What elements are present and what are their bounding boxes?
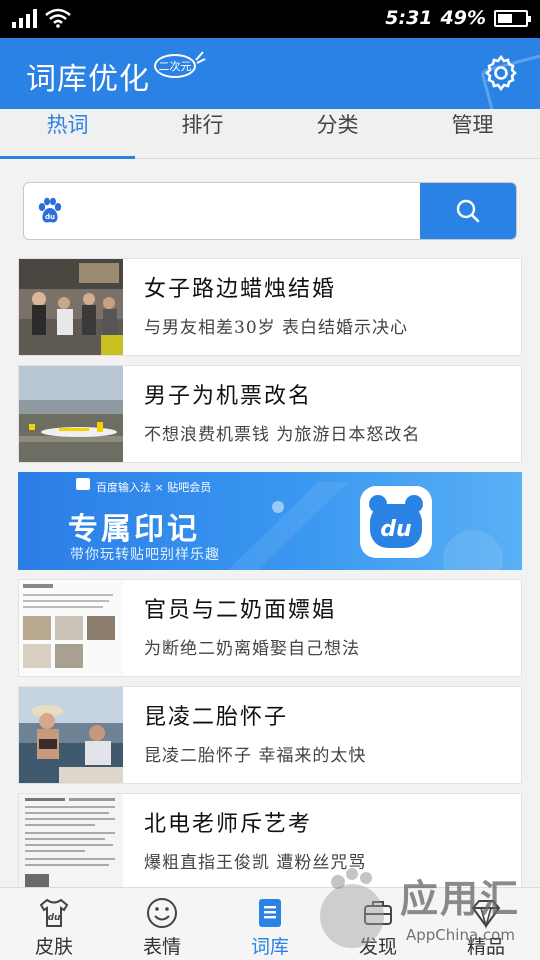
- search-button[interactable]: [420, 183, 516, 239]
- news-thumbnail: [19, 794, 123, 890]
- sparkle-icon: [195, 51, 206, 64]
- tab-hot-words[interactable]: 热词: [0, 109, 135, 159]
- news-title: 北电老师斥艺考: [144, 812, 313, 837]
- app-header: 词库优化 二次元: [0, 38, 540, 109]
- battery-percent: 49%: [440, 7, 486, 29]
- news-item[interactable]: 男子为机票改名 不想浪费机票钱 为旅游日本怒改名: [18, 365, 522, 463]
- tab-manage[interactable]: 管理: [405, 109, 540, 158]
- wifi-icon: [45, 8, 71, 28]
- news-title: 女子路边蜡烛结婚: [144, 277, 337, 302]
- nav-label: 皮肤: [34, 936, 73, 958]
- nav-dictionary[interactable]: 词库: [216, 888, 324, 960]
- news-thumbnail: [19, 259, 123, 355]
- dictionary-icon: [259, 899, 281, 927]
- news-item[interactable]: 北电老师斥艺考 爆粗直指王俊凯 遭粉丝咒骂: [18, 793, 522, 891]
- banner-heading: 专属印记: [68, 512, 200, 547]
- status-bar: 5:31 49%: [0, 0, 540, 38]
- svg-text:du: du: [45, 213, 55, 221]
- news-subtitle: 与男友相差30岁 表白结婚示决心: [144, 318, 409, 338]
- news-thumbnail: [19, 366, 123, 462]
- nav-emoji[interactable]: 表情: [108, 888, 216, 960]
- svg-text:du: du: [380, 517, 411, 542]
- news-item[interactable]: 昆凌二胎怀子 昆凌二胎怀子 幸福来的太快: [18, 686, 522, 784]
- search-icon: [456, 199, 480, 223]
- news-item[interactable]: 女子路边蜡烛结婚 与男友相差30岁 表白结婚示决心: [18, 258, 522, 356]
- nav-label: 发现: [358, 936, 397, 958]
- nav-label: 表情: [142, 936, 181, 958]
- search-input[interactable]: [80, 183, 420, 239]
- search-box: du: [23, 182, 517, 240]
- banner-brand: 百度输入法 × 贴吧会员: [96, 481, 212, 494]
- briefcase-icon: [364, 901, 392, 925]
- badge-bubble: 二次元: [154, 54, 196, 78]
- tab-category[interactable]: 分类: [270, 109, 405, 158]
- du-logo-icon: du: [360, 486, 432, 558]
- nav-label: 词库: [250, 936, 289, 958]
- banner-subtitle: 带你玩转贴吧别样乐趣: [70, 547, 220, 563]
- page-title: 词库优化: [26, 62, 150, 97]
- news-thumbnail: [19, 580, 123, 676]
- news-subtitle: 不想浪费机票钱 为旅游日本怒改名: [144, 425, 421, 445]
- news-title: 男子为机票改名: [144, 384, 313, 409]
- tab-ranking[interactable]: 排行: [135, 109, 270, 158]
- news-title: 昆凌二胎怀子: [144, 705, 289, 730]
- news-subtitle: 昆凌二胎怀子 幸福来的太快: [144, 746, 367, 766]
- clock: 5:31: [385, 7, 433, 29]
- battery-icon: [494, 9, 531, 27]
- badge-text: 二次元: [158, 60, 192, 73]
- tshirt-icon: du: [39, 898, 69, 927]
- news-title: 官员与二奶面嫖娼: [144, 598, 337, 623]
- smiley-icon: [147, 898, 177, 928]
- settings-gear-icon[interactable]: [482, 54, 520, 92]
- tab-bar: 热词 排行 分类 管理: [0, 109, 540, 159]
- news-subtitle: 为断绝二奶离婚娶自己想法: [144, 639, 360, 659]
- nav-discover[interactable]: 发现: [324, 888, 432, 960]
- bottom-nav: du 皮肤 表情 词库 发现 精品: [0, 887, 540, 960]
- nav-label: 精品: [466, 936, 505, 958]
- news-item[interactable]: 官员与二奶面嫖娼 为断绝二奶离婚娶自己想法: [18, 579, 522, 677]
- baidu-du-small-icon: [76, 478, 90, 490]
- svg-text:du: du: [48, 913, 61, 923]
- news-thumbnail: [19, 687, 123, 783]
- signal-icon: [12, 8, 37, 28]
- news-subtitle: 爆粗直指王俊凯 遭粉丝咒骂: [144, 853, 367, 873]
- nav-skin[interactable]: du 皮肤: [0, 888, 108, 960]
- promo-banner[interactable]: 百度输入法 × 贴吧会员 专属印记 带你玩转贴吧别样乐趣 du: [18, 472, 522, 570]
- diamond-icon: [471, 900, 501, 929]
- baidu-paw-icon: du: [38, 197, 62, 223]
- nav-featured[interactable]: 精品: [432, 888, 540, 960]
